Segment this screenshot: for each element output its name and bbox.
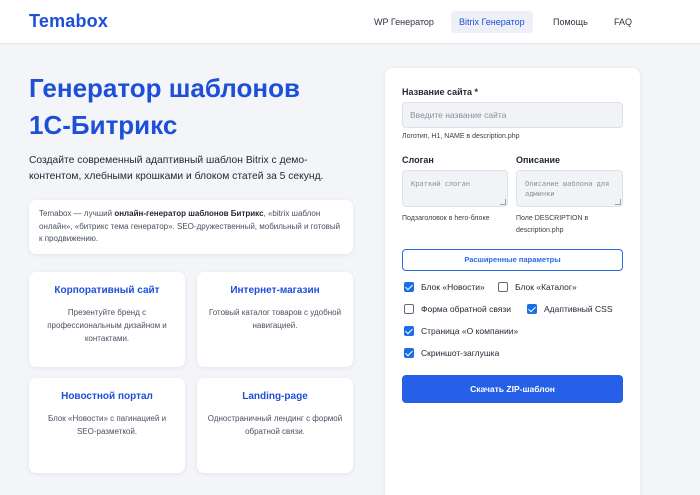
feature-card-title: Landing-page — [242, 391, 308, 402]
site-name-label: Название сайта * — [402, 87, 479, 97]
description-field[interactable] — [516, 170, 623, 207]
checkbox-label: Скриншот-заглушка — [421, 348, 500, 358]
nav-faq[interactable]: FAQ — [606, 11, 640, 33]
checkbox-feedback-form[interactable]: Форма обратной связи — [404, 303, 511, 315]
feature-card-corporate: Корпоративный сайт Презентуйте бренд с п… — [29, 272, 185, 367]
checkbox-catalog[interactable]: Блок «Каталог» — [498, 281, 577, 293]
description-textarea[interactable] — [516, 170, 623, 207]
feature-card-title: Корпоративный сайт — [54, 285, 160, 296]
checkbox-checked-icon[interactable] — [527, 304, 537, 314]
slogan-hint: Подзаголовок в hero-блоке — [402, 215, 490, 222]
seo-info-box: Temabox — лучший онлайн-генератор шаблон… — [29, 200, 353, 254]
page-title: Генератор шаблонов 1С-Битрикс — [29, 73, 300, 140]
advanced-settings-button[interactable]: Расширенные параметры — [402, 249, 623, 271]
feature-card-text: Одностраничный лендинг с формой обратной… — [207, 414, 343, 436]
feature-card-text: Блок «Новости» с пагинацией и SEO-размет… — [47, 414, 167, 436]
checkbox-checked-icon[interactable] — [404, 326, 414, 336]
nav-help[interactable]: Помощь — [545, 11, 596, 33]
checkbox-unchecked-icon[interactable] — [404, 304, 414, 314]
feature-card-landing: Landing-page Одностраничный лендинг с фо… — [197, 378, 353, 473]
checkbox-checked-icon[interactable] — [404, 282, 414, 292]
feature-card-shop: Интернет-магазин Готовый каталог товаров… — [197, 272, 353, 367]
info-prefix: Temabox — лучший — [39, 209, 115, 218]
checkbox-screenshot-placeholder[interactable]: Скриншот-заглушка — [404, 347, 499, 359]
checkbox-checked-icon[interactable] — [404, 348, 414, 358]
feature-card-text: Презентуйте бренд с профессиональным диз… — [47, 308, 167, 343]
checkbox-about-page[interactable]: Страница «О компании» — [404, 325, 518, 337]
resize-handle-icon[interactable] — [500, 199, 506, 205]
checkbox-label: Блок «Новости» — [421, 282, 485, 292]
feature-card-news: Новостной портал Блок «Новости» с пагина… — [29, 378, 185, 473]
checkbox-adaptive-css[interactable]: Адаптивный CSS — [527, 303, 613, 315]
resize-handle-icon[interactable] — [615, 199, 621, 205]
checkbox-label: Форма обратной связи — [421, 304, 512, 314]
checkbox-news[interactable]: Блок «Новости» — [404, 281, 485, 293]
nav-bitrix-generator[interactable]: Bitrix Генератор — [451, 11, 533, 33]
hero-subtitle: Создайте современный адаптивный шаблон B… — [29, 155, 324, 182]
download-zip-button[interactable]: Скачать ZIP-шаблон — [402, 375, 623, 403]
checkbox-label: Адаптивный CSS — [544, 304, 613, 314]
slogan-textarea[interactable] — [402, 170, 508, 207]
feature-card-title: Интернет-магазин — [230, 285, 320, 296]
top-navigation-bar: Temabox WP Генератор Bitrix Генератор По… — [0, 0, 700, 44]
checkbox-label: Блок «Каталог» — [515, 282, 577, 292]
slogan-label: Слоган — [402, 155, 434, 165]
logo[interactable]: Temabox — [29, 11, 108, 32]
checkbox-unchecked-icon[interactable] — [498, 282, 508, 292]
site-name-input[interactable] — [402, 102, 623, 128]
feature-card-title: Новостной портал — [61, 391, 153, 402]
generator-form: Название сайта * Логотип, H1, NAME в des… — [385, 68, 640, 495]
nav-wp-generator[interactable]: WP Генератор — [366, 11, 442, 33]
description-hint: Поле DESCRIPTION в description.php — [516, 215, 589, 234]
slogan-field[interactable] — [402, 170, 508, 207]
info-bold: онлайн-генератор шаблонов Битрикс — [114, 209, 264, 218]
feature-card-text: Готовый каталог товаров с удобной навига… — [208, 308, 342, 330]
description-label: Описание — [516, 155, 561, 165]
site-name-hint: Логотип, H1, NAME в description.php — [402, 133, 520, 140]
checkbox-label: Страница «О компании» — [421, 326, 519, 336]
